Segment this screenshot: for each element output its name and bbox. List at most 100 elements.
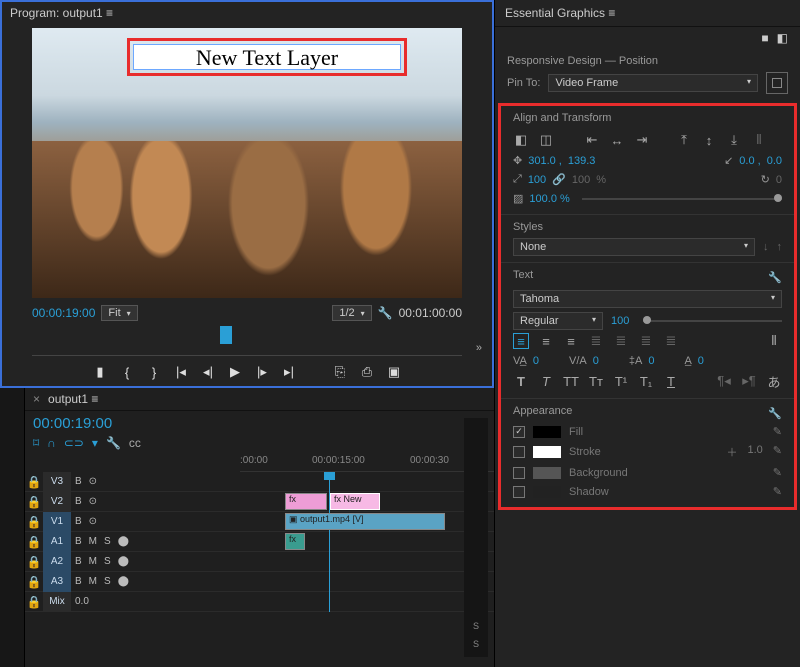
justify2-icon[interactable]: ≣ xyxy=(613,333,629,349)
wrench-icon[interactable]: 🔧 xyxy=(768,407,782,420)
justify3-icon[interactable]: ≣ xyxy=(638,333,654,349)
align-center-text-icon[interactable]: ≡ xyxy=(538,333,554,349)
fill-swatch[interactable] xyxy=(533,426,561,438)
preview-canvas[interactable]: New Text Layer xyxy=(32,28,462,298)
track-v3[interactable]: V3 xyxy=(43,472,71,492)
align-left-text-icon[interactable]: ≡ xyxy=(513,333,529,349)
text-layer-selection[interactable]: New Text Layer xyxy=(127,38,407,76)
lock-icon[interactable]: 🔒 xyxy=(25,475,43,489)
go-out-icon[interactable]: ▸| xyxy=(282,364,297,380)
align-right-text-icon[interactable]: ≡ xyxy=(563,333,579,349)
upload-style-icon[interactable]: ↑ xyxy=(777,241,783,253)
align-vcenter-icon[interactable]: ↕ xyxy=(701,132,717,148)
anchor-icon[interactable]: ↙ xyxy=(724,154,733,167)
resolution-dropdown[interactable]: 1/2▾ xyxy=(332,305,371,321)
link-scale-icon[interactable]: 🔗 xyxy=(552,173,566,186)
eyedropper-icon[interactable]: ✎ xyxy=(773,466,782,479)
go-in-icon[interactable]: |◂ xyxy=(174,364,189,380)
clip[interactable]: ▣ output1.mp4 [V] xyxy=(285,513,445,530)
lock-icon[interactable]: 🔒 xyxy=(25,495,43,509)
align-left-icon[interactable]: ⇤ xyxy=(584,132,600,148)
weight-dropdown[interactable]: Regular▾ xyxy=(513,312,603,330)
timeline-timecode[interactable]: 00:00:19:00 xyxy=(25,411,494,434)
bracket-icon[interactable]: } xyxy=(147,365,162,380)
sequence-tab[interactable]: output1 ≡ xyxy=(48,392,98,406)
distribute-icon[interactable]: ⦀ xyxy=(751,132,767,148)
track-a2[interactable]: A2 xyxy=(43,552,71,572)
new-layer-icon[interactable]: ◧ xyxy=(777,31,788,45)
size-slider[interactable] xyxy=(643,320,782,322)
justify-icon[interactable]: ≣ xyxy=(588,333,604,349)
scale-icon[interactable]: ⤢ xyxy=(513,173,522,186)
lock-icon[interactable]: 🔒 xyxy=(25,535,43,549)
track-v1[interactable]: V1 xyxy=(43,512,71,532)
glyph-icon[interactable]: あ xyxy=(766,373,782,389)
align-bottom-icon[interactable]: ⤓ xyxy=(726,132,742,148)
opacity-icon[interactable]: ▨ xyxy=(513,192,523,205)
step-fwd-icon[interactable]: |▸ xyxy=(255,364,270,380)
superscript-icon[interactable]: T¹ xyxy=(613,373,629,389)
magnet-icon[interactable]: ∩ xyxy=(47,436,56,450)
fill-checkbox[interactable] xyxy=(513,426,525,438)
lock-icon[interactable]: 🔒 xyxy=(25,595,43,609)
align-right-icon[interactable]: ⇥ xyxy=(634,132,650,148)
track-a3[interactable]: A3 xyxy=(43,572,71,592)
lift-icon[interactable]: ⎘ xyxy=(333,364,348,380)
rtl-icon[interactable]: ▸¶ xyxy=(741,373,757,389)
bold-icon[interactable]: T xyxy=(513,373,529,389)
pin-widget[interactable] xyxy=(766,72,788,94)
expand-icon[interactable]: » xyxy=(476,342,482,354)
export-frame-icon[interactable]: ▣ xyxy=(387,364,402,380)
clip-selected[interactable]: fx New xyxy=(330,493,380,510)
lock-icon[interactable]: 🔒 xyxy=(25,515,43,529)
play-icon[interactable]: ▶ xyxy=(228,364,243,380)
background-checkbox[interactable] xyxy=(513,467,525,479)
settings-icon[interactable]: 🔧 xyxy=(378,306,393,320)
step-back-icon[interactable]: ◂| xyxy=(201,364,216,380)
style-dropdown[interactable]: None▾ xyxy=(513,238,755,256)
mark-out-icon[interactable]: { xyxy=(120,365,135,380)
italic-icon[interactable]: T xyxy=(538,373,554,389)
link-icon[interactable]: ⊂⊃ xyxy=(64,436,84,450)
rotation-icon[interactable]: ↻ xyxy=(761,173,770,186)
time-ruler[interactable]: :00:00 00:00:15:00 00:00:30 xyxy=(240,452,494,472)
clip[interactable]: fx xyxy=(285,533,305,550)
wrench-icon[interactable]: 🔧 xyxy=(768,271,782,284)
playhead-icon[interactable] xyxy=(220,326,232,344)
folder-icon[interactable]: ■ xyxy=(761,31,768,45)
track-a1[interactable]: A1 xyxy=(43,532,71,552)
program-timecode[interactable]: 00:00:19:00 xyxy=(32,306,95,320)
shadow-checkbox[interactable] xyxy=(513,486,525,498)
zoom-fit-dropdown[interactable]: Fit▾ xyxy=(101,305,137,321)
justify4-icon[interactable]: ≣ xyxy=(663,333,679,349)
eyedropper-icon[interactable]: ✎ xyxy=(773,444,782,460)
tategaki-icon[interactable]: ⦀ xyxy=(766,333,782,349)
align-hcenter-icon[interactable]: ◫ xyxy=(538,132,554,148)
track-mix[interactable]: Mix xyxy=(43,592,71,612)
pinto-dropdown[interactable]: Video Frame▾ xyxy=(548,74,758,92)
add-stroke-icon[interactable]: ＋ xyxy=(726,444,737,460)
text-layer[interactable]: New Text Layer xyxy=(133,44,401,70)
mark-in-icon[interactable]: ▮ xyxy=(93,364,108,380)
align-top-icon[interactable]: ⤒ xyxy=(676,132,692,148)
snap-icon[interactable]: ⌑ xyxy=(33,436,39,450)
position-icon[interactable]: ✥ xyxy=(513,154,522,167)
opacity-slider[interactable] xyxy=(582,198,782,200)
cc-icon[interactable]: cc xyxy=(129,436,141,450)
allcaps-icon[interactable]: TT xyxy=(563,373,579,389)
clip[interactable]: fx xyxy=(285,493,327,510)
wrench-icon[interactable]: 🔧 xyxy=(106,436,121,450)
program-scrubber[interactable] xyxy=(32,326,462,356)
lock-icon[interactable]: 🔒 xyxy=(25,555,43,569)
stroke-swatch[interactable] xyxy=(533,446,561,458)
close-tab-icon[interactable]: × xyxy=(33,392,40,406)
ltr-icon[interactable]: ¶◂ xyxy=(716,373,732,389)
font-size[interactable]: 100 xyxy=(611,315,629,327)
stroke-checkbox[interactable] xyxy=(513,446,525,458)
download-style-icon[interactable]: ↓ xyxy=(763,241,769,253)
eyedropper-icon[interactable]: ✎ xyxy=(773,485,782,498)
subscript-icon[interactable]: T₁ xyxy=(638,373,654,389)
lock-icon[interactable]: 🔒 xyxy=(25,575,43,589)
smallcaps-icon[interactable]: Tᴛ xyxy=(588,373,604,389)
background-swatch[interactable] xyxy=(533,467,561,479)
